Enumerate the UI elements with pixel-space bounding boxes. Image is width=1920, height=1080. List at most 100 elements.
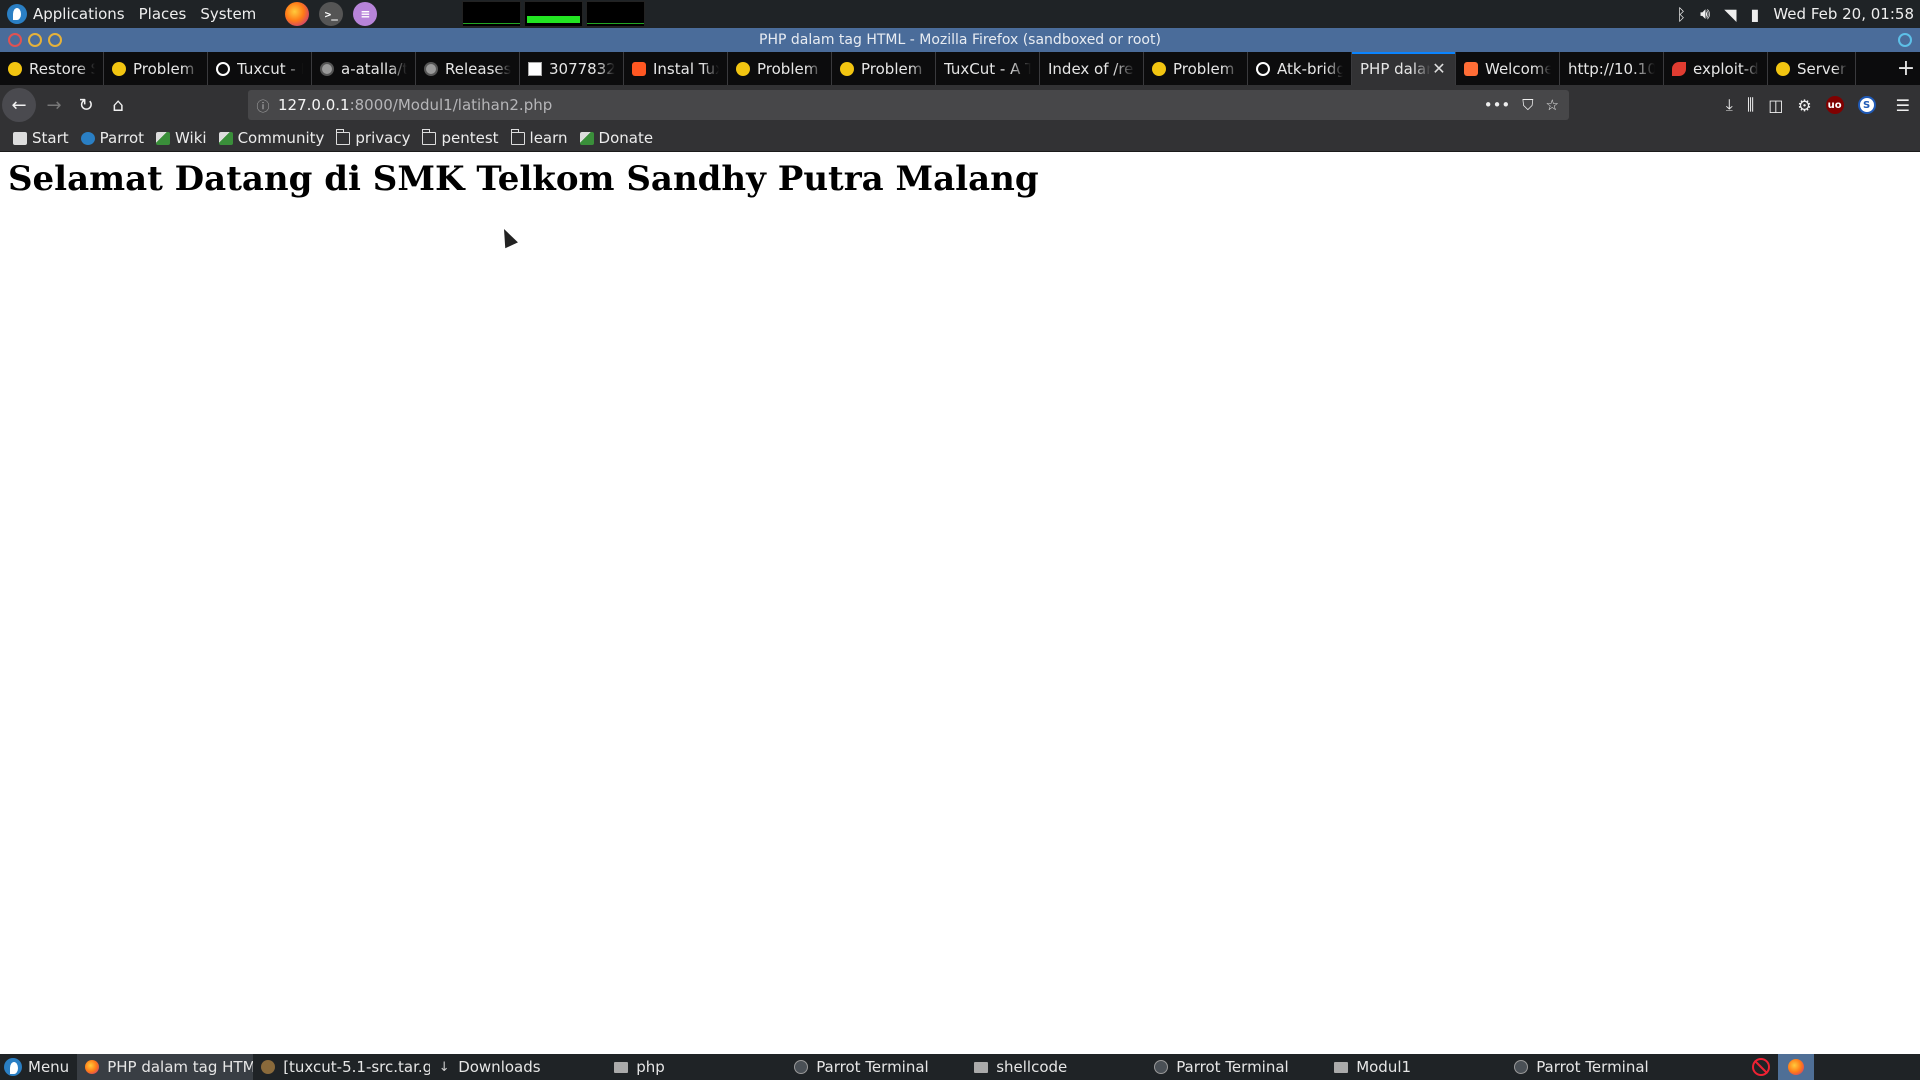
yellow-circle-favicon-icon (840, 61, 854, 76)
page-actions-icon[interactable]: ••• (1484, 96, 1511, 114)
maximize-window-button[interactable] (48, 33, 62, 47)
firefox-launcher-icon[interactable] (285, 2, 310, 26)
hamburger-menu-icon[interactable]: ☰ (1896, 96, 1910, 115)
extension-icon[interactable]: ⚙ (1797, 96, 1811, 115)
cpu-graph (462, 1, 522, 27)
bookmark-start[interactable]: Start (10, 129, 72, 147)
yellow-circle-favicon-icon (1152, 61, 1166, 76)
bookmark-folder-pentest[interactable]: pentest (419, 128, 501, 147)
bookmark-community[interactable]: Community (216, 129, 328, 147)
network-graph (586, 1, 646, 27)
taskbar-item[interactable]: Parrot Terminal (1146, 1054, 1326, 1080)
tab[interactable]: http://10.10 (1560, 52, 1664, 85)
window-titlebar[interactable]: PHP dalam tag HTML - Mozilla Firefox (sa… (0, 28, 1920, 52)
bluetooth-icon[interactable]: ᛒ (1677, 5, 1687, 24)
taskbar-item[interactable]: PHP dalam tag HTML... (77, 1054, 254, 1080)
github-favicon-icon (320, 61, 334, 76)
forward-button[interactable]: → (38, 89, 70, 121)
tab[interactable]: Problem l (832, 52, 936, 85)
taskbar-item[interactable]: Parrot Terminal (1506, 1054, 1682, 1080)
tab[interactable]: 3077832 (520, 52, 624, 85)
reload-button[interactable]: ↻ (70, 89, 102, 121)
bookmark-parrot[interactable]: Parrot (78, 129, 147, 147)
folder-icon (1334, 1061, 1349, 1073)
taskbar-item[interactable]: ↓ Downloads (430, 1054, 606, 1080)
url-text[interactable]: 127.0.0.1:8000/Modul1/latihan2.php (278, 96, 552, 114)
download-icon: ↓ (438, 1060, 450, 1075)
top-panel: Applications Places System >_ ≡ ᛒ 🔊︎ ◥ ▮… (0, 0, 1920, 28)
taskbar-item[interactable]: [tuxcut-5.1-src.tar.gz... (253, 1054, 430, 1080)
folder-icon (422, 128, 437, 145)
wiki-icon (156, 131, 171, 145)
sidebar-icon[interactable]: ◫ (1768, 96, 1783, 115)
tab[interactable]: Problem l (1144, 52, 1248, 85)
back-button[interactable]: ← (2, 88, 36, 122)
window-menu-icon[interactable] (1898, 33, 1912, 47)
folder-icon (614, 1061, 629, 1073)
firefox-icon (85, 1060, 100, 1074)
system-menu[interactable]: System (193, 0, 263, 28)
places-menu[interactable]: Places (132, 0, 194, 28)
taskbar: Menu PHP dalam tag HTML... [tuxcut-5.1-s… (0, 1054, 1920, 1080)
tab[interactable]: Releases (416, 52, 520, 85)
tab[interactable]: Problem l (104, 52, 208, 85)
google-favicon-icon (216, 61, 230, 76)
github-favicon-icon (424, 61, 438, 76)
battery-icon[interactable]: ▮ (1751, 5, 1760, 24)
pocket-icon[interactable]: ⛉ (1522, 96, 1533, 114)
menu-button[interactable]: Menu (0, 1054, 77, 1080)
site-info-icon[interactable]: ⓘ (248, 96, 278, 115)
taskbar-item[interactable]: shellcode (966, 1054, 1146, 1080)
home-button[interactable]: ⌂ (102, 89, 134, 121)
yellow-circle-favicon-icon (736, 61, 750, 76)
tab[interactable]: Server N (1768, 52, 1856, 85)
tab[interactable]: Problem l (728, 52, 832, 85)
tab[interactable]: a-atalla/tu (312, 52, 416, 85)
bookmarks-toolbar: Start Parrot Wiki Community privacy pent… (0, 125, 1920, 152)
downloads-icon[interactable]: ⤓ (1726, 95, 1733, 115)
close-tab-icon[interactable]: ✕ (1431, 59, 1447, 78)
bookmark-folder-learn[interactable]: learn (508, 128, 571, 147)
tab[interactable]: Instal Tux (624, 52, 728, 85)
text-editor-launcher-icon[interactable]: ≡ (353, 2, 378, 26)
close-window-button[interactable] (8, 33, 22, 47)
reload-icon: ↻ (78, 94, 94, 116)
memory-graph (524, 1, 584, 27)
minimize-window-button[interactable] (28, 33, 42, 47)
tab[interactable]: Restore S (0, 52, 104, 85)
parrot-logo-icon (7, 4, 27, 24)
terminal-launcher-icon[interactable]: >_ (319, 2, 344, 26)
bookmark-folder-privacy[interactable]: privacy (333, 128, 413, 147)
tab[interactable]: TuxCut - A T (936, 52, 1040, 85)
new-tab-button[interactable]: + (1892, 52, 1920, 85)
url-bar[interactable]: ⓘ 127.0.0.1:8000/Modul1/latihan2.php •••… (248, 90, 1569, 120)
taskbar-item[interactable]: Parrot Terminal (786, 1054, 966, 1080)
taskbar-item[interactable]: Modul1 (1326, 1054, 1506, 1080)
clock[interactable]: Wed Feb 20, 01:58 (1773, 0, 1914, 28)
tab[interactable]: exploit-d (1664, 52, 1768, 85)
ublock-icon[interactable]: uo (1825, 96, 1844, 114)
restore-favicon-icon (8, 61, 22, 76)
taskbar-item[interactable]: php (606, 1054, 786, 1080)
wifi-icon[interactable]: ◥ (1724, 5, 1736, 24)
tab[interactable]: Index of /rep (1040, 52, 1144, 85)
archive-icon (261, 1060, 276, 1074)
tab[interactable]: Welcome (1456, 52, 1560, 85)
terminal-icon (1514, 1060, 1529, 1074)
yellow-circle-favicon-icon (1776, 61, 1790, 76)
tab-active[interactable]: PHP dalam✕ (1352, 52, 1456, 85)
tab[interactable]: Tuxcut - F (208, 52, 312, 85)
library-icon[interactable]: ⫼ (1747, 95, 1754, 115)
firefox-icon (1788, 1059, 1804, 1075)
bookmark-wiki[interactable]: Wiki (153, 129, 210, 147)
bookmark-star-icon[interactable]: ☆ (1546, 96, 1559, 114)
system-monitor[interactable] (462, 1, 646, 27)
applications-menu[interactable]: Applications (0, 0, 132, 28)
bookmark-donate[interactable]: Donate (577, 129, 657, 147)
parrot-icon (80, 131, 95, 145)
s-extension-icon[interactable]: S (1857, 96, 1876, 114)
volume-icon[interactable]: 🔊︎ (1700, 4, 1710, 24)
firefox-tray-button[interactable] (1778, 1054, 1814, 1080)
blocked-icon[interactable] (1752, 1058, 1770, 1076)
tab[interactable]: Atk-bridg (1248, 52, 1352, 85)
